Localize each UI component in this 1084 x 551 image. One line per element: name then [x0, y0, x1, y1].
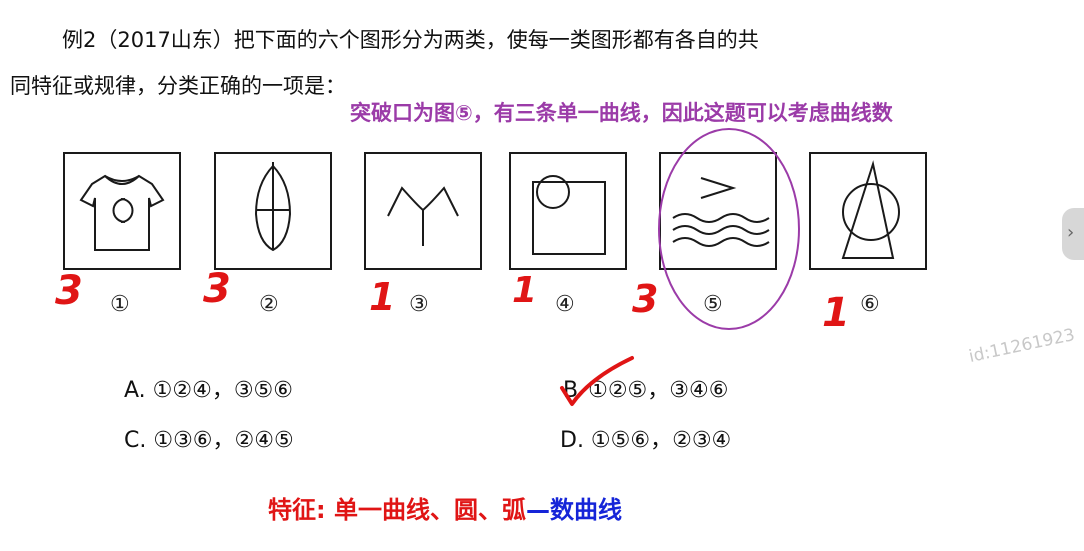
- handwritten-count-4: 1: [512, 270, 537, 311]
- waves-figure: [672, 177, 770, 247]
- feature-red-text: 特征: 单一曲线、圆、弧: [268, 496, 526, 524]
- figure-3: [364, 152, 482, 270]
- option-c[interactable]: C. ①③⑥，②④⑤: [124, 422, 294, 454]
- question-line-1: 例2（2017山东）把下面的六个图形分为两类，使每一类图形都有各自的共: [62, 28, 759, 52]
- figure-label-2: ②: [259, 292, 279, 317]
- figure-6: [809, 152, 927, 270]
- feature-text: 特征: 单一曲线、圆、弧—数曲线: [268, 490, 622, 525]
- chevron-right-icon: ›: [1067, 222, 1075, 243]
- handwritten-count-1: 3: [55, 268, 83, 314]
- watermark: id:11261923: [967, 325, 1077, 367]
- leaf-figure: [254, 162, 292, 252]
- option-d[interactable]: D. ①⑤⑥，②③④: [560, 422, 731, 454]
- figure-label-5: ⑤: [703, 292, 723, 317]
- option-a[interactable]: A. ①②④，③⑤⑥: [124, 372, 293, 404]
- option-b-letter: B: [563, 378, 579, 403]
- handwritten-count-5: 3: [632, 277, 658, 321]
- triangle-circle-figure: [841, 160, 900, 259]
- branch-figure: [387, 186, 459, 246]
- circle-square-figure: [532, 175, 606, 255]
- tshirt-figure: [79, 174, 165, 251]
- handwritten-count-3: 1: [369, 275, 395, 319]
- question-line-2: 同特征或规律，分类正确的一项是：: [10, 74, 346, 98]
- figure-4: [509, 152, 627, 270]
- hint-text: 突破口为图⑤，有三条单一曲线，因此这题可以考虑曲线数: [350, 101, 893, 125]
- figure-2: [214, 152, 332, 270]
- option-b[interactable]: B ①②⑤，③④⑥: [563, 372, 728, 404]
- handwritten-count-2: 3: [203, 266, 231, 312]
- side-expand-tab[interactable]: ›: [1062, 208, 1084, 260]
- figure-5: [659, 152, 777, 270]
- figure-label-3: ③: [409, 292, 429, 317]
- figure-1: [63, 152, 181, 270]
- figure-label-1: ①: [110, 292, 130, 317]
- handwritten-count-6: 1: [822, 290, 850, 336]
- figure-label-6: ⑥: [860, 292, 880, 317]
- figure-label-4: ④: [555, 292, 575, 317]
- option-b-text: ①②⑤，③④⑥: [588, 378, 729, 403]
- feature-blue-text: —数曲线: [525, 496, 622, 524]
